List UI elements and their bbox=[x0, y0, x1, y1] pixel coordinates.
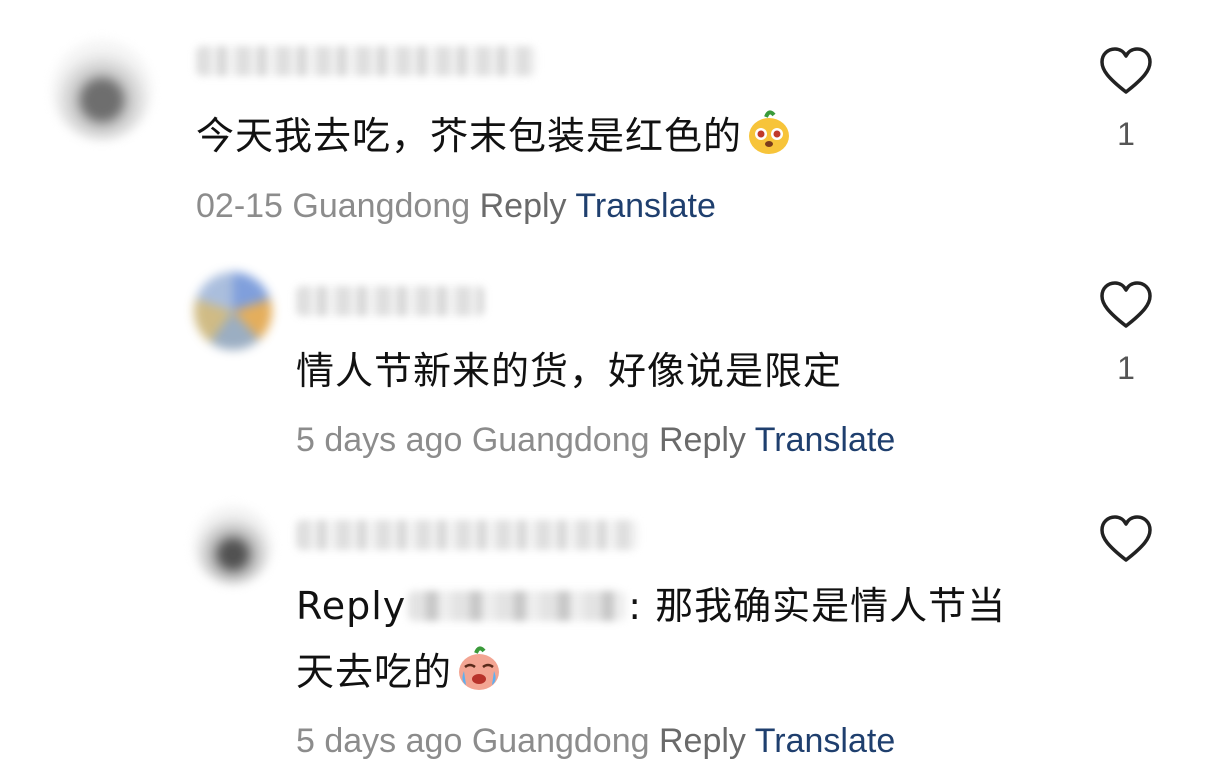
username-blurred[interactable] bbox=[296, 286, 484, 316]
comment-date: 5 days ago bbox=[296, 722, 463, 760]
comment-meta: 5 days ago Guangdong Reply Translate bbox=[296, 421, 895, 460]
username-blurred[interactable] bbox=[196, 46, 536, 76]
avatar[interactable] bbox=[194, 506, 272, 584]
comment-location: Guangdong bbox=[292, 187, 471, 225]
like-count: 1 bbox=[1117, 350, 1135, 386]
comment-date: 5 days ago bbox=[296, 421, 463, 459]
comment-location: Guangdong bbox=[471, 722, 650, 760]
comment-meta: 02-15 Guangdong Reply Translate bbox=[196, 187, 716, 226]
reply-prefix: Reply bbox=[296, 584, 407, 628]
comment-meta: 5 days ago Guangdong Reply Translate bbox=[296, 722, 895, 761]
avatar[interactable] bbox=[52, 40, 152, 140]
crying-fruit-emoji-icon bbox=[459, 646, 500, 690]
comment-body-line2: 天去吃的 bbox=[296, 650, 453, 694]
comment-location: Guangdong bbox=[471, 421, 650, 459]
translate-button[interactable]: Translate bbox=[575, 187, 715, 225]
reply-button[interactable]: Reply bbox=[480, 187, 567, 225]
comment-body: 今天我去吃，芥末包装是红色的 bbox=[196, 114, 743, 158]
comment-date: 02-15 bbox=[196, 187, 283, 225]
reply-button[interactable]: Reply bbox=[659, 722, 746, 760]
translate-button[interactable]: Translate bbox=[755, 421, 895, 459]
comment-text: 今天我去吃，芥末包装是红色的 bbox=[196, 103, 794, 169]
comment-body-line1: : 那我确实是情人节当 bbox=[628, 584, 1007, 628]
smiling-fruit-emoji-icon bbox=[749, 110, 790, 154]
heart-icon[interactable] bbox=[1098, 512, 1154, 568]
heart-icon[interactable] bbox=[1098, 44, 1154, 100]
comment-body: 情人节新来的货，好像说是限定 bbox=[296, 349, 843, 393]
username-blurred[interactable] bbox=[296, 520, 638, 550]
reply-button[interactable]: Reply bbox=[659, 421, 746, 459]
like-count: 1 bbox=[1117, 116, 1135, 152]
comment-text: Reply : 那我确实是情人节当 天去吃的 bbox=[296, 573, 1006, 705]
translate-button[interactable]: Translate bbox=[755, 722, 895, 760]
mentioned-username-blurred[interactable] bbox=[408, 591, 627, 621]
avatar[interactable] bbox=[194, 272, 272, 350]
heart-icon[interactable] bbox=[1098, 278, 1154, 334]
comment-text: 情人节新来的货，好像说是限定 bbox=[296, 338, 842, 404]
